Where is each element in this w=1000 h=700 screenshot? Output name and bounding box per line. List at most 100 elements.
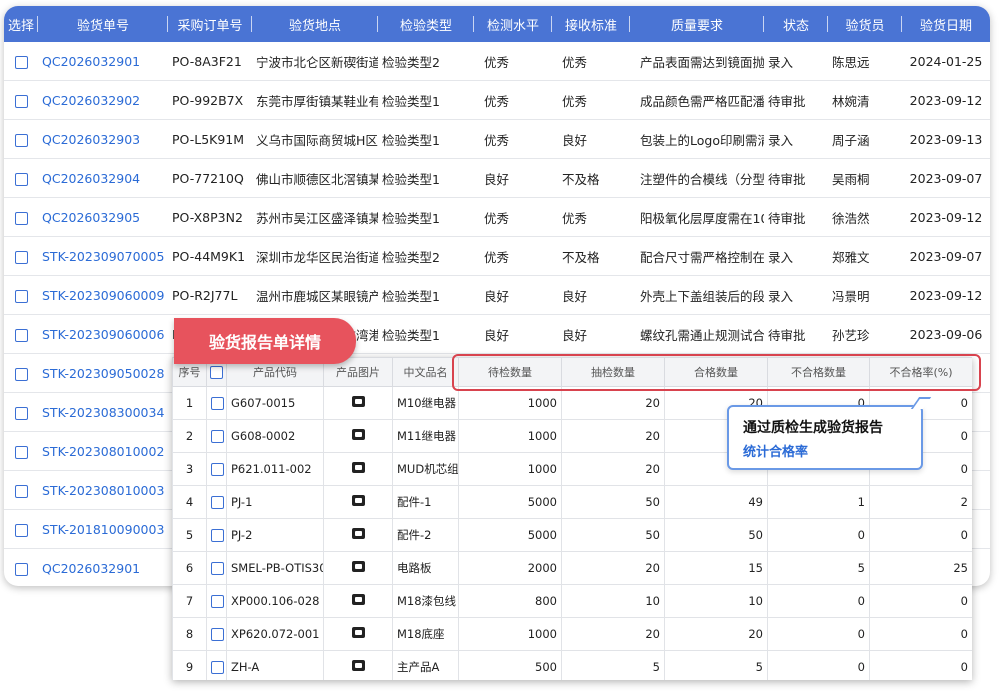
product-image-icon[interactable]: [351, 396, 365, 407]
product-image-icon[interactable]: [351, 528, 365, 539]
inspection-id-link[interactable]: STK-202308010003: [38, 470, 168, 510]
detail-row[interactable]: 4 PJ-1 配件-1 5000 50 49 1 2: [172, 485, 972, 519]
detail-cell: 25: [869, 551, 972, 585]
row-checkbox[interactable]: [14, 484, 28, 498]
column-header[interactable]: 验货地点: [252, 6, 378, 42]
row-checkbox[interactable]: [211, 496, 224, 509]
detail-row[interactable]: 9 ZH-A 主产品A 500 5 5 0 0: [172, 650, 972, 680]
inspection-id-link[interactable]: STK-202309070005: [38, 236, 168, 276]
inspection-id-link[interactable]: STK-202309050028: [38, 353, 168, 393]
table-cell: 吴雨桐: [828, 158, 902, 198]
row-checkbox[interactable]: [211, 595, 224, 608]
detail-cell: 1000: [458, 452, 562, 486]
table-row[interactable]: QC2026032903 PO-L5K91M 义乌市国际商贸城H区 检验类型1 优秀 良好…: [4, 119, 990, 159]
row-checkbox[interactable]: [14, 172, 28, 186]
table-row[interactable]: QC2026032902 PO-992B7X 东莞市厚街镇某鞋业有 检验类型1 优秀 优秀…: [4, 80, 990, 120]
product-code: XP000.106-028: [226, 584, 324, 618]
table-cell: 深圳市龙华区民治街道: [252, 236, 378, 276]
row-checkbox[interactable]: [14, 211, 28, 225]
inspection-id-link[interactable]: STK-202309060009: [38, 275, 168, 315]
inspection-id-link[interactable]: STK-201810090003: [38, 509, 168, 549]
inspection-id-link[interactable]: QC2026032905: [38, 197, 168, 237]
row-checkbox[interactable]: [14, 250, 28, 264]
row-checkbox[interactable]: [14, 445, 28, 459]
table-cell: 宁波市北仑区新碶街道: [252, 42, 378, 81]
column-header[interactable]: 质量要求: [630, 6, 764, 42]
column-header[interactable]: 检验类型: [378, 6, 474, 42]
table-cell: 良好: [552, 275, 630, 315]
row-checkbox[interactable]: [14, 55, 28, 69]
product-image-icon[interactable]: [351, 429, 365, 440]
product-image-icon[interactable]: [351, 462, 365, 473]
detail-row[interactable]: 7 XP000.106-028 M18漆包线 800 10 10 0 0: [172, 584, 972, 618]
row-checkbox[interactable]: [14, 562, 28, 576]
row-checkbox[interactable]: [14, 328, 28, 342]
inspection-id-link[interactable]: QC2026032904: [38, 158, 168, 198]
table-cell: 待审批: [764, 197, 828, 237]
table-row[interactable]: STK-202309070005 PO-44M9K1 深圳市龙华区民治街道 检验类型2…: [4, 236, 990, 276]
row-checkbox[interactable]: [14, 406, 28, 420]
column-header[interactable]: 接收标准: [552, 6, 630, 42]
inspection-id-link[interactable]: QC2026032902: [38, 80, 168, 120]
inspection-id-link[interactable]: STK-202308300034: [38, 392, 168, 432]
product-image-icon[interactable]: [351, 594, 365, 605]
table-cell: 优秀: [474, 42, 552, 81]
inspection-id-link[interactable]: QC2026032903: [38, 119, 168, 159]
column-header[interactable]: 验货日期: [902, 6, 990, 42]
table-row[interactable]: STK-202309060009 PO-R2J77L 温州市鹿城区某眼镜产 检验类型1…: [4, 275, 990, 315]
row-checkbox[interactable]: [14, 367, 28, 381]
inspection-id-link[interactable]: QC2026032901: [38, 548, 168, 586]
detail-row[interactable]: 5 PJ-2 配件-2 5000 50 50 0 0: [172, 518, 972, 552]
select-all-checkbox[interactable]: [210, 365, 223, 379]
row-checkbox[interactable]: [211, 463, 224, 476]
product-image-icon[interactable]: [351, 627, 365, 638]
callout-line2: 统计合格率: [743, 445, 809, 460]
product-name: 配件-2: [392, 518, 459, 552]
product-name: 主产品A: [392, 650, 459, 680]
row-checkbox[interactable]: [211, 661, 224, 674]
table-cell: 待审批: [764, 158, 828, 198]
table-cell: 良好: [474, 314, 552, 354]
column-header[interactable]: 验货单号: [38, 6, 168, 42]
row-checkbox[interactable]: [211, 562, 224, 575]
product-code: G608-0002: [226, 419, 324, 453]
column-header[interactable]: 采购订单号: [168, 6, 252, 42]
detail-row[interactable]: 8 XP620.072-001 M18底座 1000 20 20 0 0: [172, 617, 972, 651]
row-checkbox[interactable]: [211, 430, 224, 443]
row-checkbox[interactable]: [211, 628, 224, 641]
row-checkbox[interactable]: [211, 529, 224, 542]
product-name: 配件-1: [392, 485, 459, 519]
detail-cell: 1000: [458, 386, 562, 420]
table-row[interactable]: QC2026032905 PO-X8P3N2 苏州市吴江区盛泽镇某 检验类型1 优秀 优秀…: [4, 197, 990, 237]
detail-cell: 5: [664, 650, 768, 680]
column-header[interactable]: 状态: [764, 6, 828, 42]
row-checkbox[interactable]: [14, 133, 28, 147]
inspection-id-link[interactable]: STK-202308010002: [38, 431, 168, 471]
inspection-id-link[interactable]: QC2026032901: [38, 42, 168, 81]
product-image-icon[interactable]: [351, 495, 365, 506]
row-checkbox[interactable]: [211, 397, 224, 410]
table-cell: 周子涵: [828, 119, 902, 159]
table-cell: 检验类型2: [378, 236, 474, 276]
inspection-id-link[interactable]: STK-202309060006: [38, 314, 168, 354]
row-checkbox[interactable]: [14, 94, 28, 108]
product-name: M18漆包线: [392, 584, 459, 618]
table-cell: 优秀: [552, 197, 630, 237]
detail-cell: 0: [869, 650, 972, 680]
detail-row[interactable]: 6 SMEL-PB-OTIS30 电路板 2000 20 15 5 25: [172, 551, 972, 585]
column-header[interactable]: 验货员: [828, 6, 902, 42]
table-row[interactable]: QC2026032904 PO-77210Q 佛山市顺德区北滘镇某 检验类型1 良好 不及…: [4, 158, 990, 198]
detail-cell: 1: [767, 485, 870, 519]
row-number: 4: [172, 485, 207, 519]
detail-cell: 20: [664, 617, 768, 651]
table-cell: 优秀: [474, 80, 552, 120]
product-image-icon[interactable]: [351, 660, 365, 671]
table-row[interactable]: STK-202309060006PO-5T8W3A厦门市思明区（前湾港检验类型1…: [4, 314, 990, 354]
column-header[interactable]: 检测水平: [474, 6, 552, 42]
row-checkbox[interactable]: [14, 289, 28, 303]
table-row[interactable]: QC2026032901 PO-8A3F21 宁波市北仑区新碶街道 检验类型2 优秀 优秀…: [4, 42, 990, 81]
column-header[interactable]: 选择: [4, 6, 38, 42]
product-image-icon[interactable]: [351, 561, 365, 572]
row-checkbox[interactable]: [14, 523, 28, 537]
detail-cell: 0: [767, 518, 870, 552]
